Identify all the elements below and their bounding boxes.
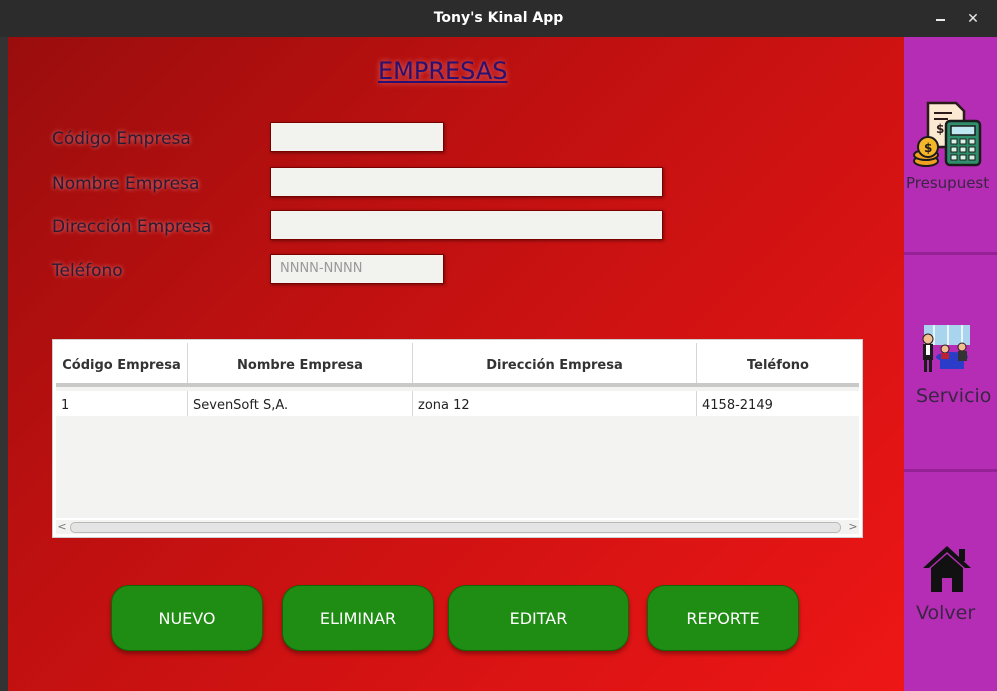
title-bar: Tony's Kinal App ✕	[0, 0, 997, 37]
sidebar-item-label: Presupuest	[906, 174, 990, 192]
minimize-button[interactable]	[928, 7, 952, 31]
restaurant-service-icon	[922, 325, 970, 372]
table-header: Código Empresa Nombre Empresa Dirección …	[56, 343, 859, 387]
scrollbar-thumb[interactable]	[70, 522, 841, 533]
sidebar-item-presupuesto[interactable]: $ $ Presupuest	[904, 37, 997, 255]
close-button[interactable]: ✕	[961, 7, 985, 31]
direccion-empresa-field[interactable]	[270, 210, 663, 240]
scroll-left-icon[interactable]: <	[56, 520, 68, 534]
nuevo-button[interactable]: NUEVO	[111, 585, 263, 651]
table-row[interactable]: 1 SevenSoft S,A. zona 12 4158-2149	[56, 391, 859, 416]
page-title: EMPRESAS	[378, 57, 508, 85]
minimize-icon	[935, 19, 945, 21]
nombre-empresa-label: Nombre Empresa	[52, 174, 200, 194]
empresas-table: Código Empresa Nombre Empresa Dirección …	[52, 339, 863, 538]
column-header-direccion[interactable]: Dirección Empresa	[413, 343, 697, 383]
codigo-empresa-label: Código Empresa	[52, 129, 191, 149]
scroll-right-icon[interactable]: >	[847, 520, 859, 534]
cell-direccion: zona 12	[413, 391, 697, 416]
telefono-field[interactable]: NNNN-NNNN	[270, 254, 444, 284]
eliminar-button[interactable]: ELIMINAR	[282, 585, 434, 651]
editar-button[interactable]: EDITAR	[448, 585, 629, 651]
sidebar: $ $ Presupuest Servicio Volver	[904, 37, 997, 691]
cell-telefono: 4158-2149	[702, 398, 773, 413]
app-window: Tony's Kinal App ✕ EMPRESAS Código Empre…	[0, 0, 997, 691]
column-header-nombre[interactable]: Nombre Empresa	[188, 343, 413, 383]
window-title: Tony's Kinal App	[433, 10, 564, 26]
budget-calculator-icon: $ $	[913, 101, 982, 167]
sidebar-item-label: Volver	[916, 602, 976, 624]
telefono-label: Teléfono	[52, 261, 123, 281]
svg-text:$: $	[924, 141, 932, 155]
column-header-telefono[interactable]: Teléfono	[697, 343, 859, 383]
svg-text:$: $	[936, 122, 944, 136]
left-edge-strip	[0, 37, 8, 691]
nombre-empresa-field[interactable]	[270, 167, 663, 197]
codigo-empresa-field[interactable]	[270, 122, 444, 152]
home-icon	[923, 546, 971, 592]
cell-nombre: SevenSoft S,A.	[188, 391, 413, 416]
reporte-button[interactable]: REPORTE	[647, 585, 799, 651]
table-viewport: Código Empresa Nombre Empresa Dirección …	[56, 343, 859, 518]
direccion-empresa-label: Dirección Empresa	[52, 217, 212, 237]
main-panel: EMPRESAS Código Empresa Nombre Empresa D…	[8, 37, 904, 691]
column-header-codigo[interactable]: Código Empresa	[56, 343, 188, 383]
sidebar-item-volver[interactable]: Volver	[904, 472, 997, 691]
sidebar-item-label: Servicio	[916, 385, 992, 407]
horizontal-scrollbar[interactable]: < >	[56, 520, 859, 534]
sidebar-item-servicio[interactable]: Servicio	[904, 255, 997, 472]
cell-codigo: 1	[56, 391, 188, 416]
